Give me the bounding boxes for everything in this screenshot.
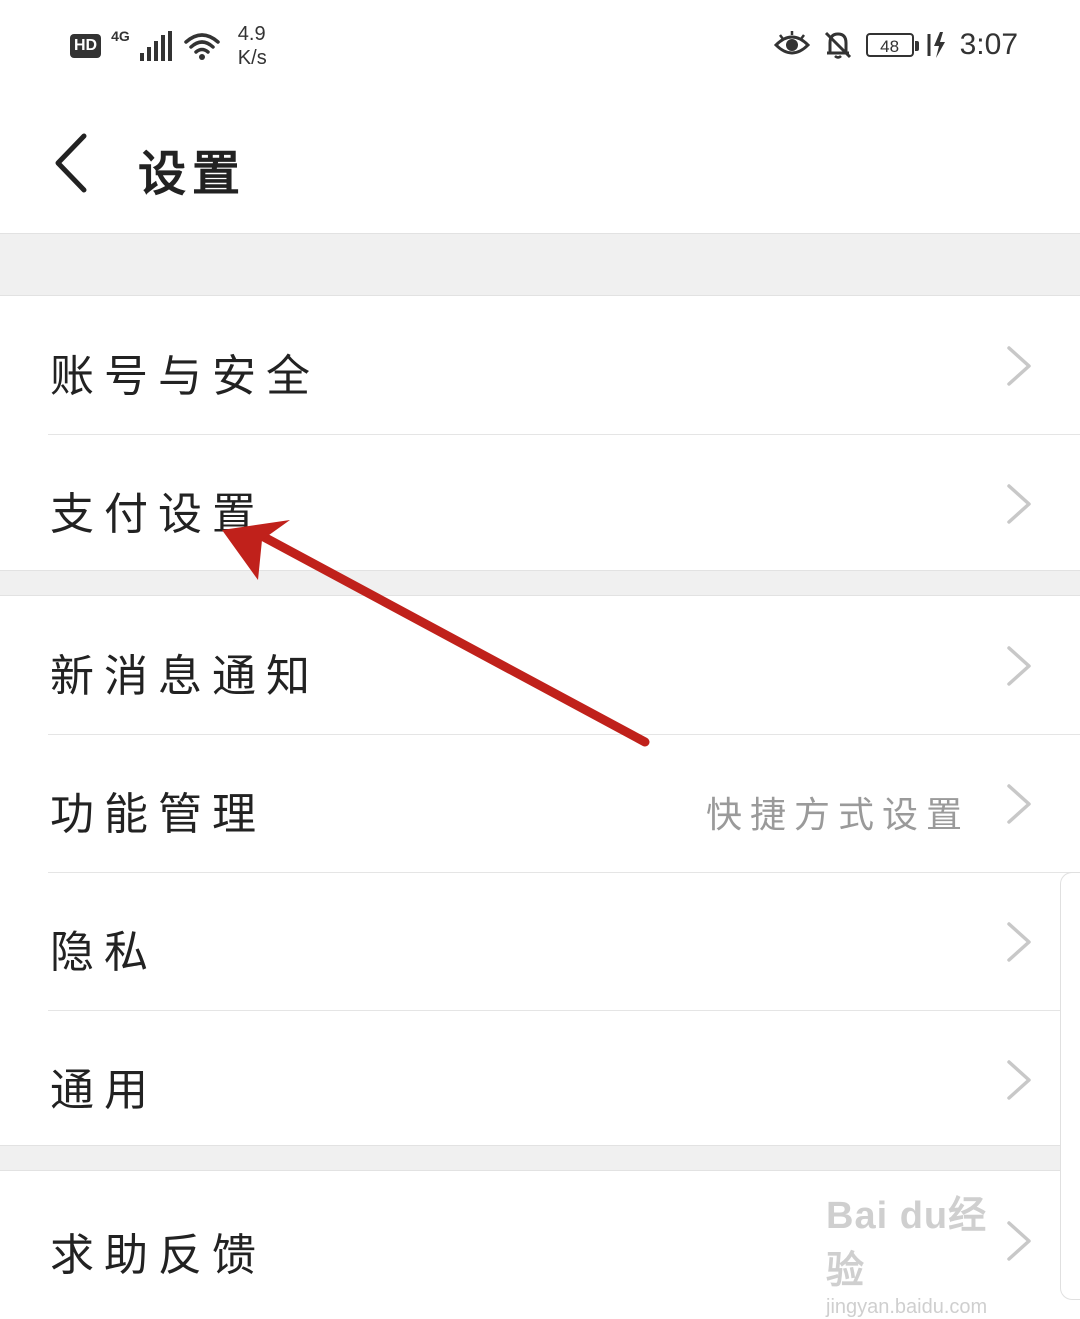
section-gap: [0, 1146, 1080, 1170]
page-title: 设置: [138, 146, 247, 202]
section-gap: [0, 234, 1080, 295]
battery-indicator: 48: [865, 33, 919, 57]
chevron-right-icon: [1007, 484, 1031, 524]
chevron-right-icon: [1007, 1221, 1031, 1261]
speed-unit: K/s: [237, 47, 267, 69]
settings-group-account: 账号与安全 支付设置: [0, 295, 1080, 571]
scroll-indicator[interactable]: [1060, 872, 1080, 1300]
wifi-icon: [184, 33, 220, 60]
network-speed: 4.9 K/s: [238, 22, 267, 70]
hd-badge: HD: [70, 34, 102, 58]
status-bar: HD 4G 4.9 K/s 48 3:07: [0, 0, 1080, 90]
status-right: 48 3:07: [773, 28, 1018, 62]
settings-item-feedback[interactable]: 求助反馈: [0, 1171, 1080, 1311]
eye-comfort-icon: [773, 31, 810, 55]
back-button[interactable]: [40, 128, 110, 198]
settings-item-label: 通用: [50, 1065, 158, 1116]
settings-item-general[interactable]: 通用: [0, 1010, 1080, 1148]
chevron-right-icon: [1007, 346, 1031, 386]
settings-item-label: 账号与安全: [50, 351, 320, 402]
settings-item-label: 新消息通知: [50, 651, 320, 702]
chevron-right-icon: [1007, 646, 1031, 686]
settings-group-help: 求助反馈: [0, 1170, 1080, 1310]
settings-item-payment[interactable]: 支付设置: [0, 434, 1080, 572]
settings-item-label: 隐私: [50, 927, 158, 978]
chevron-right-icon: [1007, 1060, 1031, 1100]
bell-off-icon: [824, 31, 851, 59]
settings-item-account-security[interactable]: 账号与安全: [0, 296, 1080, 434]
settings-item-label: 支付设置: [50, 489, 266, 540]
settings-item-privacy[interactable]: 隐私: [0, 872, 1080, 1010]
settings-item-label: 求助反馈: [50, 1230, 266, 1281]
status-left: HD 4G 4.9 K/s: [70, 22, 267, 70]
speed-value: 4.9: [237, 23, 266, 45]
clock: 3:07: [959, 28, 1018, 61]
header-bar: 设置: [0, 90, 1080, 234]
settings-item-features[interactable]: 功能管理 快捷方式设置: [0, 734, 1080, 872]
settings-item-notifications[interactable]: 新消息通知: [0, 596, 1080, 734]
chevron-left-icon: [55, 133, 87, 193]
chevron-right-icon: [1007, 784, 1031, 824]
section-gap: [0, 571, 1080, 595]
settings-group-general: 新消息通知 功能管理 快捷方式设置 隐私 通用: [0, 595, 1080, 1146]
chevron-right-icon: [1007, 922, 1031, 962]
settings-item-value: 快捷方式设置: [705, 795, 970, 836]
charging-icon: [927, 32, 945, 58]
network-type: 4G: [111, 28, 130, 44]
settings-item-label: 功能管理: [50, 789, 266, 840]
signal-icon: [139, 31, 172, 61]
